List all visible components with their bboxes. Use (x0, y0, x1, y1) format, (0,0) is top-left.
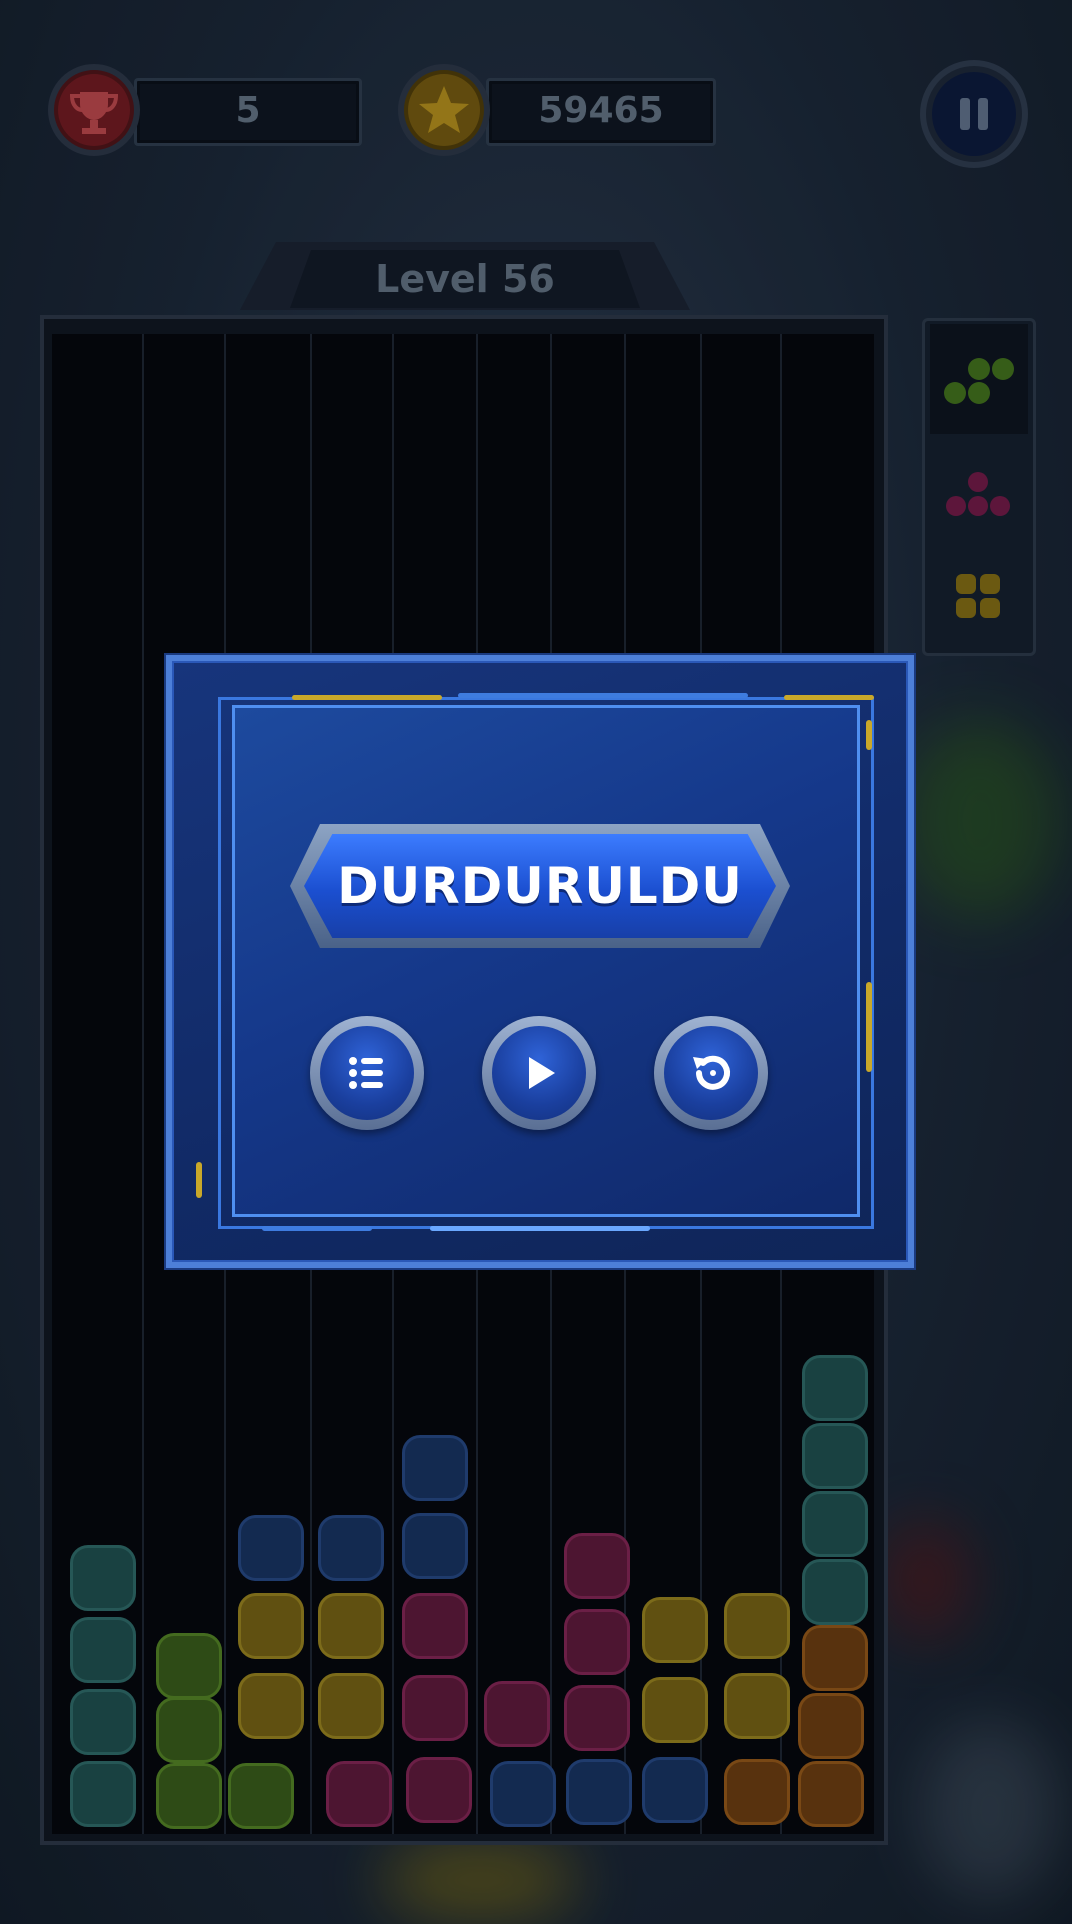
resume-button[interactable] (482, 1016, 596, 1130)
pause-title: DURDURULDU (304, 834, 776, 938)
menu-list-icon (349, 1057, 383, 1089)
menu-button-face (320, 1026, 414, 1120)
pause-dialog-panel (232, 705, 860, 1217)
resume-button-face (492, 1026, 586, 1120)
accent-line (866, 982, 872, 1072)
accent-line (196, 1162, 202, 1198)
accent-line (784, 695, 874, 700)
accent-line (292, 695, 442, 700)
accent-line (458, 693, 748, 698)
play-icon (529, 1057, 555, 1089)
accent-line (262, 1226, 372, 1231)
restart-icon (693, 1055, 730, 1090)
accent-line (430, 1226, 650, 1231)
restart-button[interactable] (654, 1016, 768, 1130)
accent-line (866, 720, 872, 750)
restart-button-face (664, 1026, 758, 1120)
menu-button[interactable] (310, 1016, 424, 1130)
